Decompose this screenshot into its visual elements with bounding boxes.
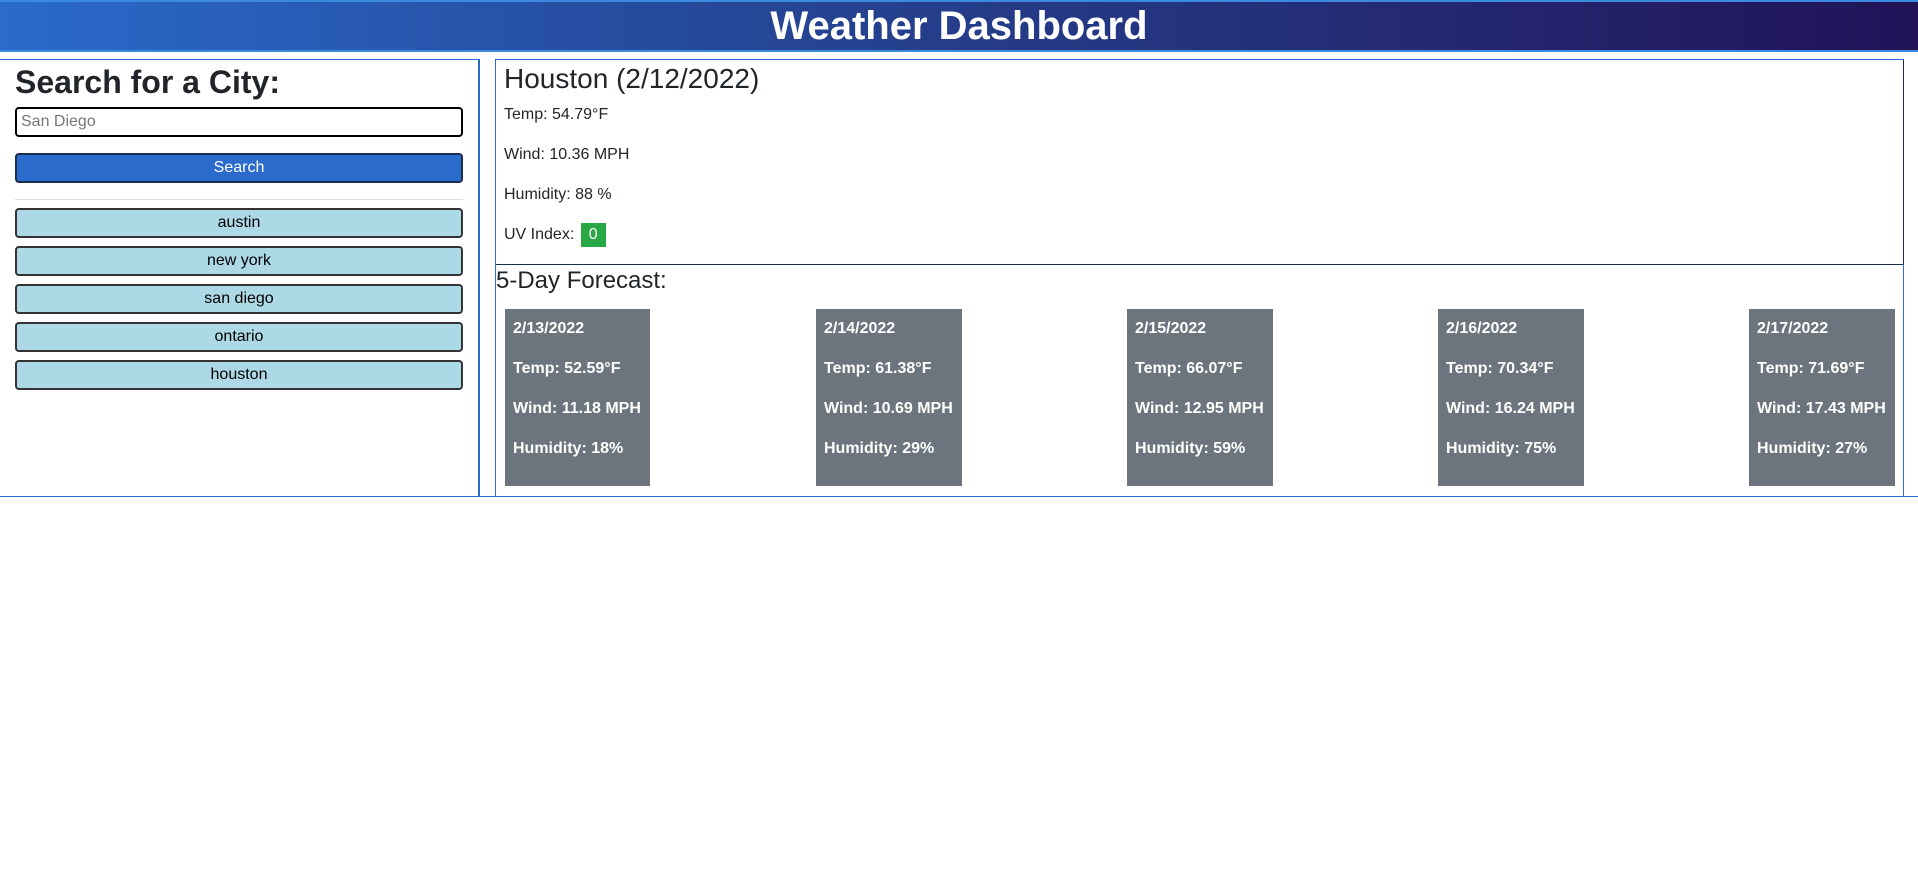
history-city-button[interactable]: austin bbox=[15, 208, 463, 238]
current-humidity: Humidity: 88 % bbox=[504, 186, 612, 203]
forecast-humidity: Humidity: 29% bbox=[824, 440, 935, 457]
forecast-humidity: Humidity: 59% bbox=[1135, 440, 1246, 457]
search-history-list: austin new york san diego ontario housto… bbox=[15, 208, 463, 398]
forecast-card: 2/16/2022 Temp: 70.34°F Wind: 16.24 MPH … bbox=[1438, 309, 1584, 486]
forecast-card: 2/17/2022 Temp: 71.69°F Wind: 17.43 MPH … bbox=[1749, 309, 1895, 486]
forecast-humidity: Humidity: 75% bbox=[1446, 440, 1557, 457]
forecast-heading: 5-Day Forecast: bbox=[496, 267, 667, 294]
app-header: Weather Dashboard bbox=[0, 0, 1918, 52]
forecast-wind: Wind: 17.43 MPH bbox=[1757, 400, 1886, 417]
forecast-temp: Temp: 61.38°F bbox=[824, 360, 932, 377]
current-city-title: Houston (2/12/2022) bbox=[504, 63, 760, 94]
five-day-forecast: 5-Day Forecast: 2/13/2022 Temp: 52.59°F … bbox=[495, 264, 1904, 497]
current-uv: UV Index: 0 bbox=[504, 223, 606, 247]
forecast-humidity: Humidity: 18% bbox=[513, 440, 624, 457]
forecast-card: 2/14/2022 Temp: 61.38°F Wind: 10.69 MPH … bbox=[816, 309, 962, 486]
search-button[interactable]: Search bbox=[15, 153, 463, 183]
forecast-wind: Wind: 11.18 MPH bbox=[513, 400, 641, 417]
history-city-button[interactable]: ontario bbox=[15, 322, 463, 352]
forecast-date: 2/15/2022 bbox=[1135, 320, 1207, 337]
forecast-date: 2/16/2022 bbox=[1446, 320, 1518, 337]
search-sidebar: Search for a City: Search austin new yor… bbox=[0, 59, 480, 497]
forecast-temp: Temp: 66.07°F bbox=[1135, 360, 1243, 377]
city-search-input[interactable] bbox=[15, 107, 463, 137]
divider bbox=[15, 199, 463, 200]
search-heading: Search for a City: bbox=[15, 64, 280, 100]
forecast-date: 2/14/2022 bbox=[824, 320, 896, 337]
forecast-temp: Temp: 70.34°F bbox=[1446, 360, 1554, 377]
history-city-button[interactable]: houston bbox=[15, 360, 463, 390]
current-wind: Wind: 10.36 MPH bbox=[504, 146, 630, 163]
forecast-wind: Wind: 16.24 MPH bbox=[1446, 400, 1575, 417]
page-title: Weather Dashboard bbox=[770, 4, 1148, 48]
forecast-card: 2/13/2022 Temp: 52.59°F Wind: 11.18 MPH … bbox=[505, 309, 650, 486]
uv-index-badge: 0 bbox=[580, 223, 606, 247]
current-temp: Temp: 54.79°F bbox=[504, 106, 609, 123]
forecast-wind: Wind: 12.95 MPH bbox=[1135, 400, 1264, 417]
history-city-button[interactable]: san diego bbox=[15, 284, 463, 314]
forecast-date: 2/13/2022 bbox=[513, 320, 585, 337]
forecast-wind: Wind: 10.69 MPH bbox=[824, 400, 953, 417]
uv-label: UV Index: bbox=[504, 226, 575, 243]
history-city-button[interactable]: new york bbox=[15, 246, 463, 276]
forecast-temp: Temp: 52.59°F bbox=[513, 360, 621, 377]
forecast-humidity: Humidity: 27% bbox=[1757, 440, 1868, 457]
divider bbox=[0, 496, 1918, 497]
forecast-temp: Temp: 71.69°F bbox=[1757, 360, 1865, 377]
forecast-card: 2/15/2022 Temp: 66.07°F Wind: 12.95 MPH … bbox=[1127, 309, 1273, 486]
current-weather-panel: Houston (2/12/2022) Temp: 54.79°F Wind: … bbox=[495, 59, 1904, 265]
forecast-date: 2/17/2022 bbox=[1757, 320, 1829, 337]
